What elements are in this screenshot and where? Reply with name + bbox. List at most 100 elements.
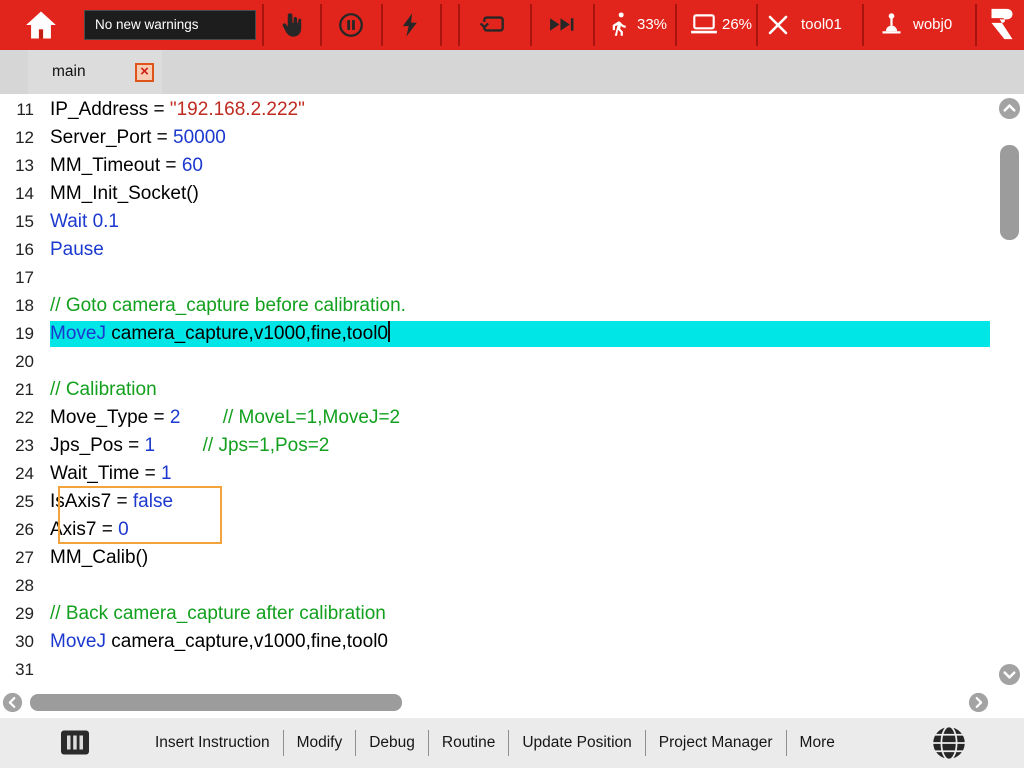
code-line-22[interactable]: 22Move_Type = 2 // MoveL=1,MoveJ=2 <box>0 404 1024 432</box>
status-text: No new warnings <box>95 17 199 32</box>
topbar: No new warnings <box>0 0 1024 50</box>
chevron-up-icon <box>998 107 1021 124</box>
toolbar-button-update-position[interactable]: Update Position <box>509 734 644 752</box>
topbar-divider <box>381 4 383 46</box>
code-line-13[interactable]: 13MM_Timeout = 60 <box>0 152 1024 180</box>
toolbar-button-project-manager[interactable]: Project Manager <box>646 734 786 752</box>
pause-button[interactable] <box>337 11 365 44</box>
code-text: // Goto camera_capture before calibratio… <box>50 293 990 319</box>
topbar-divider <box>458 4 460 46</box>
code-text: MM_Timeout = 60 <box>50 153 990 179</box>
line-number: 22 <box>0 408 50 428</box>
line-number: 30 <box>0 632 50 652</box>
code-editor[interactable]: 11IP_Address = "192.168.2.222"12Server_P… <box>0 94 1024 718</box>
code-line-25[interactable]: 25IsAxis7 = false <box>0 488 1024 516</box>
line-number: 20 <box>0 352 50 372</box>
globe-icon <box>930 749 968 766</box>
code-line-12[interactable]: 12Server_Port = 50000 <box>0 124 1024 152</box>
loop-run-button[interactable] <box>479 11 507 42</box>
tab-main[interactable]: main × <box>28 50 162 94</box>
topbar-divider <box>320 4 322 46</box>
text-cursor <box>388 321 390 342</box>
wobj-name-label: wobj0 <box>913 0 952 50</box>
horizontal-scrollbar-thumb[interactable] <box>30 694 402 711</box>
code-text: IsAxis7 = false <box>50 489 990 515</box>
status-message-box[interactable]: No new warnings <box>84 10 256 40</box>
code-line-30[interactable]: 30MoveJ camera_capture,v1000,fine,tool0 <box>0 628 1024 656</box>
vertical-scroll-down-button[interactable] <box>998 663 1021 686</box>
language-globe-button[interactable] <box>930 724 968 767</box>
horizontal-scroll-left-button[interactable] <box>2 692 25 715</box>
code-line-20[interactable]: 20 <box>0 348 1024 376</box>
line-number: 13 <box>0 156 50 176</box>
power-button[interactable] <box>397 11 425 44</box>
code-line-11[interactable]: 11IP_Address = "192.168.2.222" <box>0 96 1024 124</box>
screen-percent-label: 26% <box>722 0 752 50</box>
code-line-26[interactable]: 26Axis7 = 0 <box>0 516 1024 544</box>
fast-forward-icon <box>548 24 575 41</box>
walking-person-icon <box>606 25 633 42</box>
code-text: Axis7 = 0 <box>50 517 990 543</box>
code-line-27[interactable]: 27MM_Calib() <box>0 544 1024 572</box>
lightning-icon <box>397 26 425 43</box>
line-number: 23 <box>0 436 50 456</box>
pause-icon <box>337 26 365 43</box>
code-text: Move_Type = 2 // MoveL=1,MoveJ=2 <box>50 405 990 431</box>
code-line-29[interactable]: 29// Back camera_capture after calibrati… <box>0 600 1024 628</box>
code-line-19[interactable]: 19MoveJ camera_capture,v1000,fine,tool0 <box>0 320 1024 348</box>
code-text <box>50 349 990 375</box>
line-number: 31 <box>0 660 50 680</box>
topbar-divider <box>862 4 864 46</box>
toolbar-button-debug[interactable]: Debug <box>356 734 428 752</box>
drag-mode-button[interactable] <box>279 11 307 44</box>
virtual-keyboard-button[interactable] <box>60 729 90 761</box>
line-number: 26 <box>0 520 50 540</box>
code-line-24[interactable]: 24Wait_Time = 1 <box>0 460 1024 488</box>
code-line-16[interactable]: 16Pause <box>0 236 1024 264</box>
code-text: Wait_Time = 1 <box>50 461 990 487</box>
hand-pointer-icon <box>279 26 307 43</box>
code-text: Pause <box>50 237 990 263</box>
tab-label: main <box>52 63 86 81</box>
wobj-selector[interactable] <box>878 11 905 43</box>
code-line-31[interactable]: 31 <box>0 656 1024 684</box>
topbar-divider <box>756 4 758 46</box>
toolbar-button-routine[interactable]: Routine <box>429 734 508 752</box>
code-line-15[interactable]: 15Wait 0.1 <box>0 208 1024 236</box>
code-text: IP_Address = "192.168.2.222" <box>50 97 990 123</box>
screen-indicator[interactable] <box>690 11 718 42</box>
toolbar-button-more[interactable]: More <box>787 734 848 752</box>
line-number: 16 <box>0 240 50 260</box>
code-text: Jps_Pos = 1 // Jps=1,Pos=2 <box>50 433 990 459</box>
continuous-run-button[interactable] <box>548 12 575 42</box>
close-icon: × <box>140 63 149 80</box>
code-text <box>50 657 990 683</box>
code-line-17[interactable]: 17 <box>0 264 1024 292</box>
line-number: 14 <box>0 184 50 204</box>
home-button[interactable] <box>24 8 58 47</box>
home-icon <box>24 29 58 46</box>
topbar-divider <box>675 4 677 46</box>
speed-indicator[interactable] <box>606 11 633 43</box>
line-number: 17 <box>0 268 50 288</box>
horizontal-scroll-right-button[interactable] <box>968 692 991 715</box>
line-number: 25 <box>0 492 50 512</box>
code-line-23[interactable]: 23Jps_Pos = 1 // Jps=1,Pos=2 <box>0 432 1024 460</box>
code-line-28[interactable]: 28 <box>0 572 1024 600</box>
code-line-14[interactable]: 14MM_Init_Socket() <box>0 180 1024 208</box>
code-line-18[interactable]: 18// Goto camera_capture before calibrat… <box>0 292 1024 320</box>
vertical-scroll-up-button[interactable] <box>998 97 1021 120</box>
teach-pendant-screen: No new warnings <box>0 0 1024 768</box>
code-text: // Calibration <box>50 377 990 403</box>
tool-selector[interactable] <box>766 13 790 42</box>
code-line-21[interactable]: 21// Calibration <box>0 376 1024 404</box>
code-text: // Back camera_capture after calibration <box>50 601 990 627</box>
loop-icon <box>479 24 507 41</box>
toolbar-button-modify[interactable]: Modify <box>284 734 356 752</box>
brand-logo <box>988 7 1016 46</box>
vertical-scrollbar-thumb[interactable] <box>1000 145 1019 240</box>
toolbar-button-insert-instruction[interactable]: Insert Instruction <box>142 734 283 752</box>
tab-close-button[interactable]: × <box>135 63 154 82</box>
line-number: 11 <box>0 100 50 120</box>
code-text: Wait 0.1 <box>50 209 990 235</box>
